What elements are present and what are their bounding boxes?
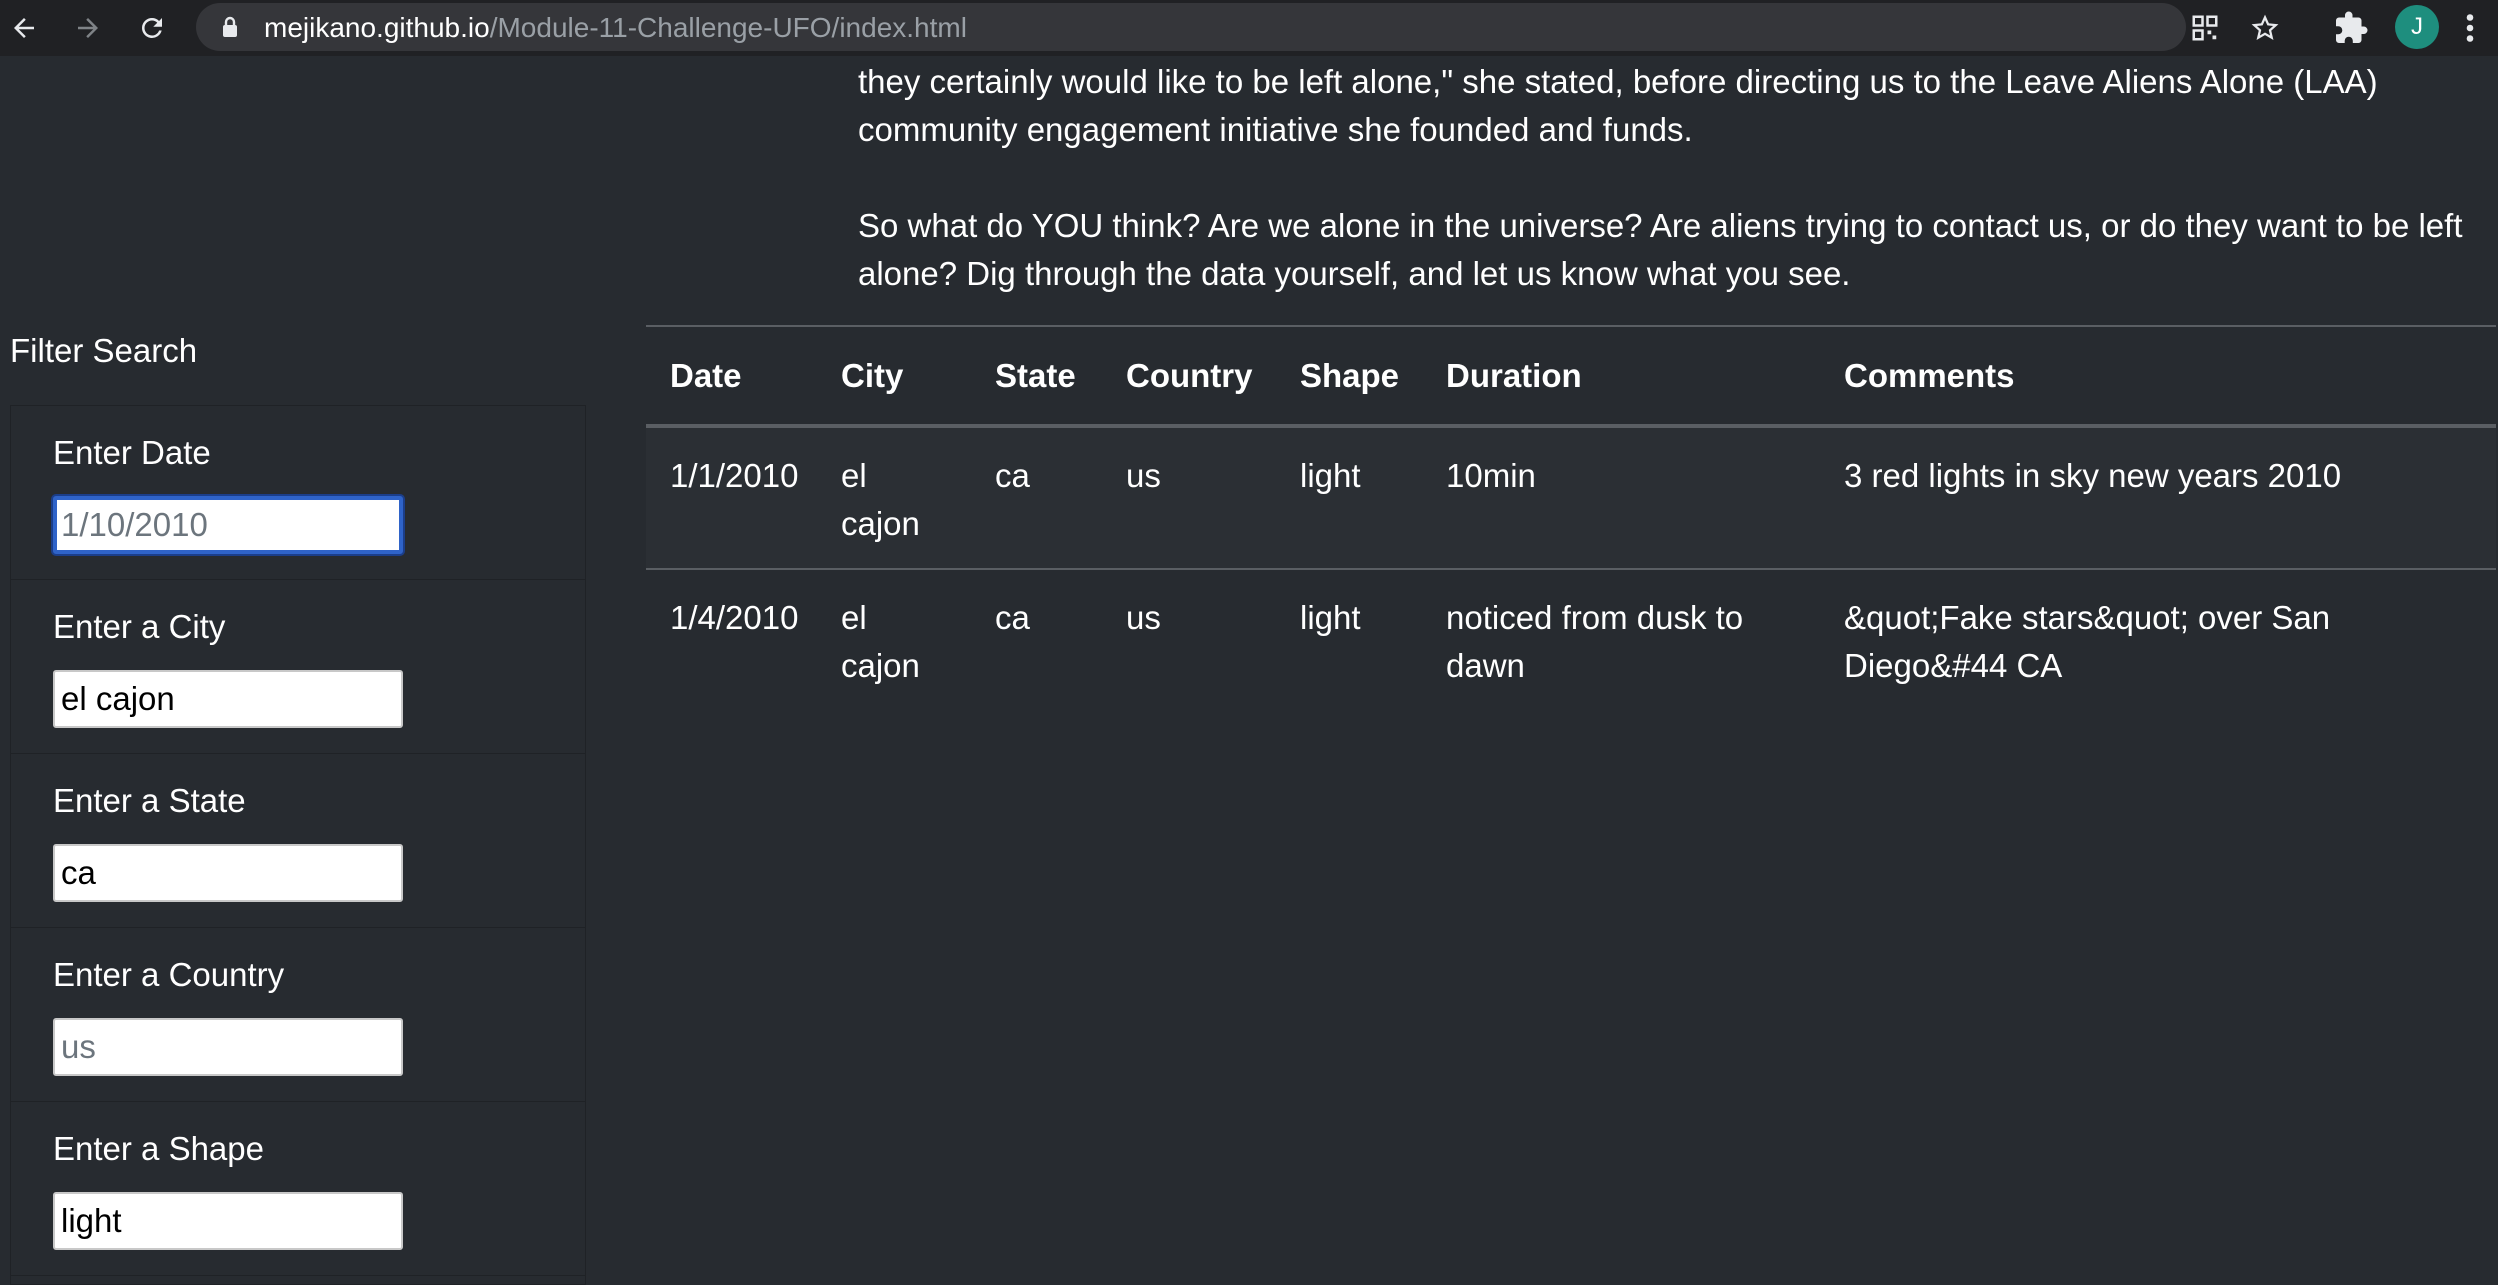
- filter-panel: Enter Date Enter a City Enter a State En…: [10, 405, 586, 1285]
- filter-date-label: Enter Date: [53, 434, 211, 471]
- article-paragraph: So what do YOU think? Are we alone in th…: [858, 207, 2463, 292]
- country-input[interactable]: [53, 1018, 403, 1076]
- cell-comments: 3 red lights in sky new years 2010: [1820, 426, 2496, 570]
- cell-comments: &quot;Fake stars&quot; over San Diego&#4…: [1844, 599, 2331, 684]
- menu-dots-icon[interactable]: [2460, 10, 2480, 46]
- reload-icon: [142, 18, 162, 38]
- address-bar[interactable]: mejikano.github.io/Module-11-Challenge-U…: [196, 3, 2279, 51]
- column-header-comments: Comments: [1820, 327, 2496, 428]
- forward-button[interactable]: [68, 8, 108, 48]
- qr-code-icon[interactable]: [2190, 13, 2220, 43]
- cell-state: ca: [995, 599, 1030, 636]
- cell-country: us: [1102, 426, 1276, 570]
- cell-shape: light: [1276, 426, 1422, 570]
- back-button[interactable]: [4, 8, 44, 48]
- column-header-city: City: [817, 327, 971, 428]
- filter-state-group: Enter a State: [11, 754, 585, 928]
- column-header-shape: Shape: [1276, 327, 1422, 428]
- column-header-country: Country: [1102, 327, 1276, 428]
- avatar-letter: J: [2411, 13, 2423, 40]
- profile-avatar[interactable]: J: [2395, 5, 2439, 49]
- ufo-sightings-table: Date City State Country Shape Duration C…: [646, 327, 2496, 710]
- table-row: 1/1/2010 el cajon ca us light 10min 3 re…: [646, 426, 2496, 570]
- filter-city-group: Enter a City: [11, 580, 585, 754]
- filter-shape-label: Enter a Shape: [53, 1130, 264, 1167]
- table-row: 1/4/2010 el cajon ca us light noticed fr…: [646, 569, 2496, 710]
- table-header-row: Date City State Country Shape Duration C…: [646, 327, 2496, 428]
- filter-country-label: Enter a Country: [53, 956, 285, 993]
- filter-shape-group: Enter a Shape: [11, 1102, 585, 1276]
- cell-date: 1/4/2010: [670, 599, 799, 636]
- column-header-state: State: [971, 327, 1102, 428]
- browser-toolbar: mejikano.github.io/Module-11-Challenge-U…: [0, 0, 2498, 56]
- column-header-date: Date: [646, 327, 817, 428]
- filter-city-label: Enter a City: [53, 608, 226, 645]
- url-host: mejikano.github.io: [264, 12, 490, 43]
- filter-state-label: Enter a State: [53, 782, 246, 819]
- shape-input[interactable]: [53, 1192, 403, 1250]
- filter-search-heading: Filter Search: [10, 332, 198, 369]
- column-header-duration: Duration: [1422, 327, 1820, 428]
- cell-country: us: [1126, 599, 1161, 636]
- filter-country-group: Enter a Country: [11, 928, 585, 1102]
- date-input[interactable]: [53, 496, 403, 554]
- cell-duration: noticed from dusk to dawn: [1446, 599, 1744, 684]
- cell-duration: 10min: [1422, 426, 1820, 570]
- article-text: they certainly would like to be left alo…: [858, 58, 2478, 298]
- url-path: /Module-11-Challenge-UFO/index.html: [489, 12, 967, 43]
- extensions-puzzle-icon[interactable]: [2333, 10, 2369, 46]
- lock-icon: [223, 16, 237, 37]
- bookmark-star-icon[interactable]: [2250, 13, 2280, 43]
- article-paragraph: they certainly would like to be left alo…: [858, 63, 2378, 148]
- cell-city: el cajon: [817, 426, 971, 570]
- forward-arrow-icon: [78, 18, 98, 38]
- reload-button[interactable]: [132, 8, 172, 48]
- filter-date-group: Enter Date: [11, 406, 585, 580]
- city-input[interactable]: [53, 670, 403, 728]
- cell-city: el cajon: [841, 599, 920, 684]
- back-arrow-icon: [14, 18, 34, 38]
- state-input[interactable]: [53, 844, 403, 902]
- cell-state: ca: [971, 426, 1102, 570]
- url-text: mejikano.github.io/Module-11-Challenge-U…: [264, 14, 967, 42]
- cell-shape: light: [1300, 599, 1361, 636]
- cell-date: 1/1/2010: [646, 426, 817, 570]
